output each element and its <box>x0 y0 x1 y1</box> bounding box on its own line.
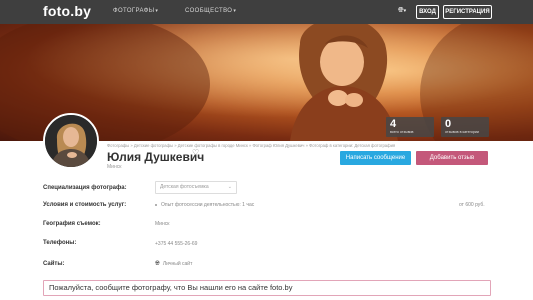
stat-category-reviews: 0 отзывов в категории <box>441 117 489 137</box>
specialization-value: Детская фотосъемка <box>160 184 209 190</box>
personal-site-link[interactable]: 🌐︎ Личный сайт <box>155 261 192 268</box>
favorite-heart-icon[interactable]: ♡ <box>192 148 199 157</box>
photographer-name: Юлия Душкевич <box>107 150 205 164</box>
conditions-label: Условия и стоимость услуг: <box>43 202 127 208</box>
phones-label: Телефоны: <box>43 240 77 246</box>
site-logo[interactable]: foto.by <box>43 3 91 19</box>
service-price: от 600 руб. <box>459 202 485 208</box>
specialization-label: Специализация фотографа: <box>43 185 127 191</box>
page: foto.by ФОТОГРАФЫ▾ СООБЩЕСТВО▾ 🌐︎▾ ВХОД … <box>0 0 533 300</box>
phone-number[interactable]: +375 44 555-26-69 <box>155 241 197 247</box>
write-message-button[interactable]: Написать сообщение <box>340 151 411 165</box>
conditions-item: Опыт фотосессии деятельностью: 1 час <box>155 202 254 208</box>
geography-value: Минск <box>155 221 170 227</box>
nav-photographers-label: ФОТОГРАФЫ <box>113 8 155 14</box>
notice-box: Пожалуйста, сообщите фотографу, что Вы н… <box>43 280 491 296</box>
stat-category-reviews-label: отзывов в категории <box>445 130 479 134</box>
chevron-down-icon: ▾ <box>403 8 407 14</box>
nav-photographers[interactable]: ФОТОГРАФЫ▾ <box>113 8 158 14</box>
personal-site-label: Личный сайт <box>162 261 193 267</box>
nav-community-label: СООБЩЕСТВО <box>185 8 233 14</box>
stat-total-reviews: 4 всего отзывов <box>386 117 434 137</box>
nav-community[interactable]: СООБЩЕСТВО▾ <box>185 8 236 14</box>
photographer-city: Минск <box>107 164 122 170</box>
chevron-down-icon: ⌄ <box>227 184 232 190</box>
bullet-icon <box>155 203 157 206</box>
stat-total-reviews-label: всего отзывов <box>390 130 414 134</box>
avatar-photo <box>45 115 97 167</box>
stat-category-reviews-value: 0 <box>445 118 452 130</box>
geography-label: География съемок: <box>43 221 101 227</box>
globe-icon: 🌐︎ <box>155 261 160 267</box>
specialization-select[interactable]: Детская фотосъемка ⌄ <box>155 181 237 194</box>
sites-label: Сайты: <box>43 261 65 267</box>
chevron-down-icon: ▾ <box>155 8 159 14</box>
breadcrumb[interactable]: Фотографы » Детские фотографы » Детские … <box>107 143 395 148</box>
login-button[interactable]: ВХОД <box>416 5 439 19</box>
top-navbar: foto.by ФОТОГРАФЫ▾ СООБЩЕСТВО▾ 🌐︎▾ ВХОД … <box>0 0 533 24</box>
conditions-value: Опыт фотосессии деятельностью: 1 час <box>161 202 255 208</box>
language-selector[interactable]: 🌐︎▾ <box>398 7 406 15</box>
register-button[interactable]: РЕГИСТРАЦИЯ <box>443 5 492 19</box>
add-review-button[interactable]: Добавить отзыв <box>416 151 488 165</box>
stat-total-reviews-value: 4 <box>390 118 397 130</box>
avatar[interactable] <box>43 113 99 169</box>
chevron-down-icon: ▾ <box>233 8 237 14</box>
